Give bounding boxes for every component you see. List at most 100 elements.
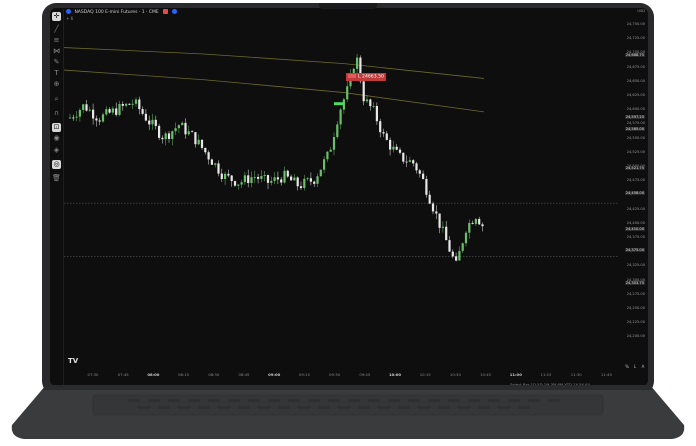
time-tick-label: 08:45: [238, 372, 250, 377]
candle-body: [227, 173, 230, 176]
price-marker-badge: 24,688.75: [624, 53, 645, 57]
time-tick-label: 11:30: [570, 372, 582, 377]
candle-body: [428, 194, 431, 204]
price-marker-badge: 24,375.00: [624, 248, 645, 252]
eye-icon[interactable]: ◉: [52, 134, 61, 143]
candle-body: [82, 104, 85, 110]
candle-body: [250, 177, 253, 184]
percent-scale-button[interactable]: %: [624, 364, 630, 369]
candle-body: [257, 176, 260, 179]
candle-body: [197, 139, 200, 145]
lock-icon[interactable]: ⊡: [52, 123, 61, 132]
candle-body: [144, 113, 147, 121]
log-scale-button[interactable]: L: [632, 364, 638, 369]
candle-body: [85, 104, 88, 111]
candle-body: [164, 133, 167, 140]
candle-body: [313, 181, 316, 184]
candle-body: [207, 152, 210, 160]
candle-body: [415, 163, 418, 171]
candle-body: [385, 133, 388, 140]
price-tick-label: 24,550.00: [626, 135, 645, 140]
candle-body: [412, 160, 415, 164]
price-tick-label: 24,325.00: [626, 263, 645, 268]
magnet-icon[interactable]: ∩: [52, 109, 61, 118]
price-axis[interactable]: USD24,750.0024,725.0024,700.0024,675.002…: [619, 9, 648, 364]
candle-body: [154, 119, 157, 126]
sell-order-label[interactable]: L 24663.50: [346, 73, 386, 81]
candle-body: [95, 118, 98, 121]
fib-icon[interactable]: ≡: [52, 36, 61, 45]
candle-body: [478, 218, 481, 225]
text-icon[interactable]: T: [52, 69, 61, 78]
time-tick-label: 09:30: [329, 372, 341, 377]
candle-body: [151, 119, 154, 125]
time-tick-label: 08:15: [178, 372, 190, 377]
candle-body: [339, 109, 342, 125]
candle-body: [210, 159, 213, 165]
pattern-icon[interactable]: ⋈: [52, 47, 61, 56]
hide-icon[interactable]: ◎: [52, 160, 61, 169]
time-tick-label: 07:30: [87, 372, 99, 377]
price-tick-label: 24,375.00: [626, 235, 645, 239]
laptop-base: [11, 385, 685, 439]
candle-body: [474, 218, 477, 224]
brush-icon[interactable]: ✎: [52, 58, 61, 67]
zoom-icon[interactable]: ⌕: [52, 95, 61, 104]
candle-body: [260, 175, 263, 179]
candle-body: [263, 175, 266, 176]
candle-body: [177, 125, 180, 129]
price-tick-label: 24,575.00: [626, 121, 645, 126]
candle-body: [78, 109, 81, 117]
time-tick-label: 09:15: [298, 372, 310, 377]
candle-body: [448, 240, 451, 252]
crosshair-icon[interactable]: ✛: [52, 12, 61, 21]
candle-body: [141, 109, 144, 114]
price-tick-label: 24,400.00: [626, 220, 645, 225]
candle-body: [253, 176, 256, 178]
candle-body: [105, 109, 108, 115]
candle-body: [455, 256, 458, 261]
candle-body: [293, 177, 296, 181]
candle-body: [418, 170, 421, 174]
price-tick-label: 24,725.00: [626, 36, 645, 41]
candle-body: [158, 125, 161, 138]
candle-body: [283, 170, 286, 183]
candle-body: [346, 86, 349, 100]
time-tick-label: 08:00: [147, 372, 160, 377]
time-axis[interactable]: 07:30 07:45 08:00 08:15 08:30 08:45 09:00 09:15…: [64, 372, 619, 380]
price-tick-label: 24,250.00: [626, 306, 645, 310]
price-chart[interactable]: [64, 9, 619, 369]
measure-icon[interactable]: ⊕: [52, 80, 61, 89]
candle-body: [108, 109, 111, 113]
candle-body: [217, 163, 220, 174]
time-tick-label: 11:00: [509, 372, 522, 377]
candle-body: [240, 182, 243, 185]
candle-body: [88, 109, 91, 111]
candle-body: [243, 175, 246, 183]
candle-body: [389, 139, 392, 150]
price-tick-label: 24,425.00: [626, 206, 645, 211]
trendline-icon[interactable]: ╱: [52, 25, 61, 34]
candle-body: [286, 170, 289, 177]
scale-buttons: % L A: [624, 364, 648, 369]
drawing-toolbar: ✛ ╱ ≡ ⋈ ✎ T ⊕ ⌕ ∩ ⊡ ◉ ◈ ◎ 🗑: [50, 9, 64, 385]
candle-body: [98, 120, 101, 122]
trash-icon[interactable]: 🗑: [52, 174, 61, 183]
auto-scale-button[interactable]: A: [640, 364, 646, 369]
candle-body: [369, 99, 372, 107]
candle-body: [379, 121, 382, 133]
candle-body: [125, 103, 128, 106]
candle-body: [214, 163, 217, 165]
candle-body: [101, 114, 105, 122]
candle-body: [464, 232, 468, 244]
candle-body: [356, 57, 359, 69]
candle-body: [398, 149, 402, 153]
price-tick-label: 24,525.00: [626, 149, 645, 154]
price-tick-label: 24,600.00: [626, 107, 645, 112]
price-marker-badge: 24,521.75: [624, 166, 645, 170]
layers-icon[interactable]: ◈: [52, 146, 61, 155]
time-tick-label: 08:30: [208, 372, 220, 377]
candle-body: [68, 117, 72, 119]
candle-body: [326, 151, 329, 160]
candle-body: [471, 222, 474, 224]
